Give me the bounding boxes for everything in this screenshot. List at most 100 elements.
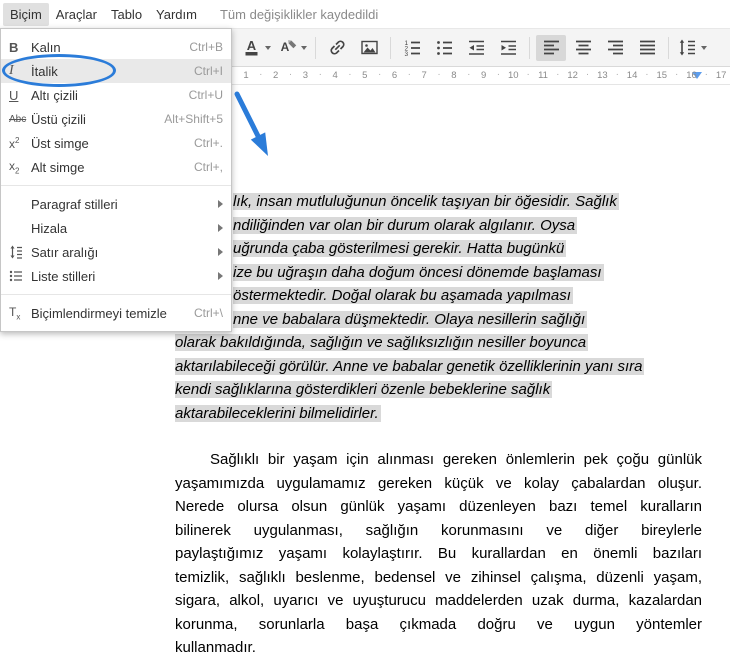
menubar-items: Biçim Araçlar Tablo Yardım <box>3 2 204 26</box>
menu-item-clear-formatting[interactable]: Tx Biçimlendirmeyi temizle Ctrl+\ <box>1 301 231 325</box>
ruler-tick: · <box>526 69 530 80</box>
menu-item-paragraph-styles[interactable]: Paragraf stilleri <box>1 192 231 216</box>
menu-item-strikethrough[interactable]: Abc Üstü çizili Alt+Shift+5 <box>1 107 231 131</box>
menubar-item-help[interactable]: Yardım <box>149 3 204 26</box>
text-line: östermektedir. Doğal olarak bu aşamada y… <box>233 284 644 308</box>
menu-item-label: Üst simge <box>31 135 89 151</box>
ruler-tick: · <box>377 69 382 80</box>
menu-item-subscript[interactable]: x2 Alt simge Ctrl+, <box>1 155 231 179</box>
increase-indent-icon <box>498 37 519 58</box>
ruler-number: 1 <box>243 70 249 81</box>
toolbar-separator <box>529 36 530 59</box>
strikethrough-icon: Abc <box>9 113 27 125</box>
text-line: aktarabileceklerini bilmelidirler. <box>175 402 644 426</box>
selected-text: kendi sağlıklarına gösterdikleri özenle … <box>175 381 553 398</box>
dropdown-arrow-icon <box>265 45 271 50</box>
text-line: sigara, alkol, uyarıcı ve uyuşturucu mad… <box>175 592 702 609</box>
submenu-arrow-icon <box>218 200 223 208</box>
decrease-indent-button[interactable] <box>461 35 491 61</box>
text-line: ize bu uğraşın daha doğum öncesi dönemde… <box>233 261 644 285</box>
menu-item-underline[interactable]: U Altı çizili Ctrl+U <box>1 83 231 107</box>
text-color-button[interactable]: A <box>239 35 273 61</box>
text-line: kullanmadır. <box>175 639 256 656</box>
bulleted-list-icon <box>434 37 455 58</box>
insert-image-button[interactable] <box>354 35 384 61</box>
ruler-tick: · <box>288 69 293 80</box>
ruler-tick: · <box>437 69 441 80</box>
submenu-arrow-icon <box>218 248 223 256</box>
align-justify-button[interactable] <box>632 35 662 61</box>
ruler-number: 8 <box>451 70 457 81</box>
menu-shortcut: Ctrl+U <box>188 88 223 102</box>
text-line: temizlik, sağlıklı beslenme, bedensel ve… <box>175 568 702 586</box>
menu-item-label: Altı çizili <box>31 87 78 103</box>
save-status: Tüm değişiklikler kaydedildi <box>219 6 379 22</box>
menu-separator <box>1 185 231 186</box>
menubar-item-format[interactable]: Biçim <box>3 2 49 26</box>
menu-shortcut: Ctrl+I <box>193 64 223 78</box>
menu-shortcut: Ctrl+, <box>193 160 223 174</box>
text-line: bilinerek uygulanması, sağlığın korunmas… <box>175 521 702 539</box>
menu-item-list-styles[interactable]: Liste stilleri <box>1 264 231 288</box>
ruler-tick: · <box>585 69 590 80</box>
selected-text: östermektedir. Doğal olarak bu aşamada y… <box>233 287 573 304</box>
ruler-tick: · <box>645 69 649 80</box>
menu-separator <box>1 294 231 295</box>
ruler-number: 10 <box>508 70 519 81</box>
line-spacing-icon <box>677 37 698 58</box>
line-spacing-icon <box>9 245 31 259</box>
insert-image-icon <box>359 37 380 58</box>
decrease-indent-icon <box>466 37 487 58</box>
menubar-item-table[interactable]: Tablo <box>104 3 149 26</box>
text-line: uğrunda çaba gösterilmesi gerekir. Hatta… <box>233 237 644 261</box>
ruler-number: 12 <box>567 70 578 81</box>
list-styles-icon <box>9 269 31 283</box>
increase-indent-button[interactable] <box>493 35 523 61</box>
menu-item-label: Hizala <box>31 220 68 236</box>
selected-text: aktarılabileceği görülür. Anne ve babala… <box>175 357 645 375</box>
numbered-list-button[interactable]: 123 <box>397 35 427 61</box>
superscript-icon: x2 <box>9 135 20 151</box>
insert-link-icon <box>327 37 348 58</box>
ruler-tick: · <box>556 69 560 80</box>
highlight-color-button[interactable]: A <box>275 35 309 61</box>
italic-icon: I <box>9 63 14 78</box>
menu-item-align[interactable]: Hizala <box>1 216 231 240</box>
ruler-tick: · <box>704 69 709 80</box>
text-line: yaşamımızda uygulamamız gereken küçük ve… <box>175 474 702 492</box>
ruler-number: 15 <box>656 70 668 81</box>
submenu-arrow-icon <box>218 224 223 232</box>
svg-text:A: A <box>247 38 257 53</box>
toolbar-separator <box>390 36 391 59</box>
align-left-button[interactable] <box>536 34 566 61</box>
bulleted-list-button[interactable] <box>429 35 459 61</box>
text-line: nne ve babalara düşmektedir. Olaya nesil… <box>233 308 644 332</box>
menu-item-superscript[interactable]: x2 Üst simge Ctrl+. <box>1 131 231 155</box>
svg-text:A: A <box>281 40 290 54</box>
menu-item-label: Üstü çizili <box>31 111 86 127</box>
menu-item-line-spacing[interactable]: Satır aralığı <box>1 240 231 264</box>
align-right-button[interactable] <box>600 35 630 61</box>
toolbar-separator <box>668 36 669 59</box>
ruler-number: 2 <box>273 70 279 81</box>
menubar-item-tools[interactable]: Araçlar <box>49 3 104 26</box>
bold-icon: B <box>9 39 19 55</box>
text-line: lık, insan mutluluğunun öncelik taşıyan … <box>233 190 644 214</box>
menu-item-bold[interactable]: B Kalın Ctrl+B <box>1 35 231 59</box>
menu-item-italic[interactable]: I İtalik Ctrl+I <box>1 59 231 83</box>
ruler-number: 5 <box>362 70 368 81</box>
align-center-button[interactable] <box>568 35 598 61</box>
ruler-number: 17 <box>715 70 727 81</box>
ruler-tick: · <box>467 69 471 80</box>
ruler-number: 14 <box>626 70 638 81</box>
submenu-arrow-icon <box>218 272 223 280</box>
menu-shortcut: Ctrl+B <box>189 40 223 54</box>
text-line: kendi sağlıklarına gösterdikleri özenle … <box>175 378 644 402</box>
ruler-number: 6 <box>391 70 398 81</box>
line-spacing-button[interactable] <box>675 35 709 61</box>
ruler-number: 4 <box>332 70 338 81</box>
ruler-tick: · <box>496 69 501 80</box>
text-line: korunma, sorunlarla başa çıkmada doğru v… <box>175 615 702 633</box>
insert-link-button[interactable] <box>322 35 352 61</box>
dropdown-arrow-icon <box>701 45 707 50</box>
